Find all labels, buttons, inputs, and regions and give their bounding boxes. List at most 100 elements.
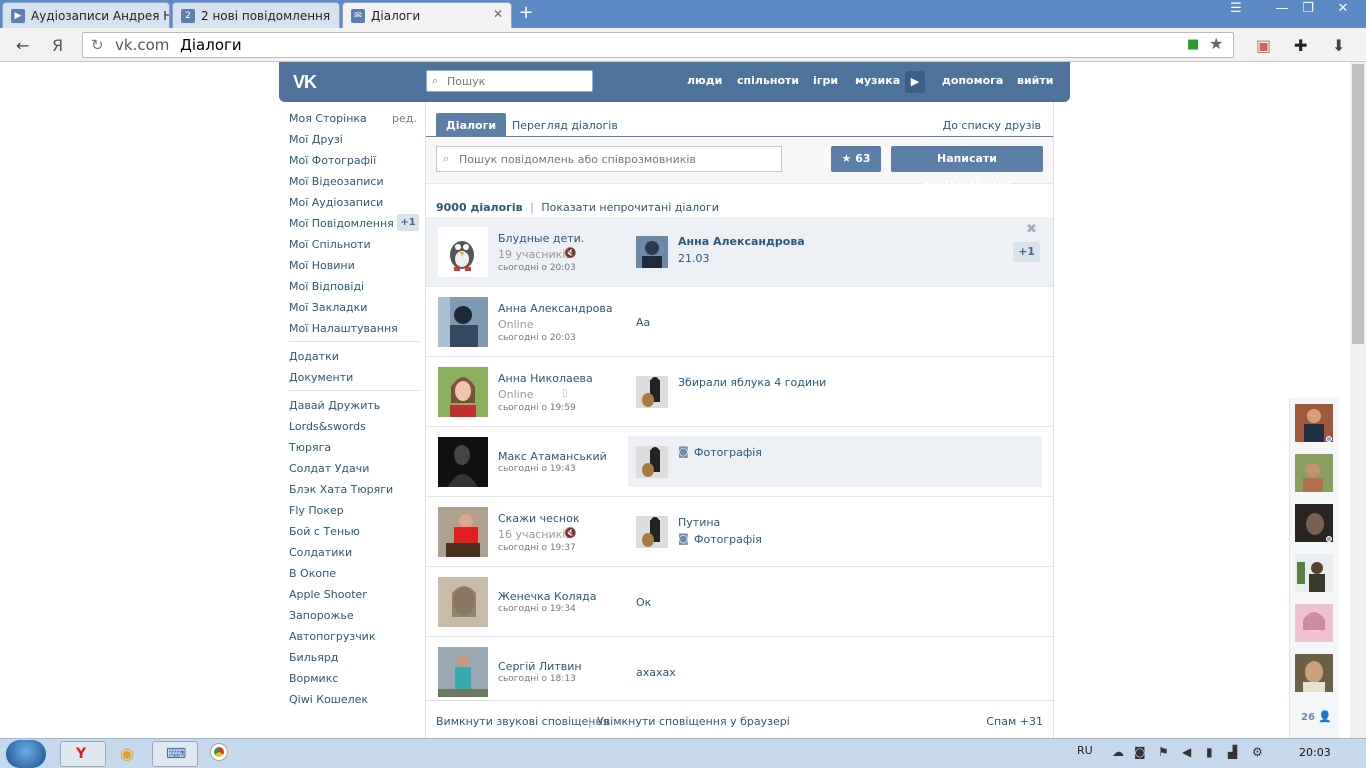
battery-icon[interactable]: ▮ (1206, 745, 1213, 759)
new-tab-button[interactable]: + (516, 4, 536, 22)
tab-view-dialogs[interactable]: Перегляд діалогів (502, 113, 628, 137)
app-item[interactable]: Солдат Удачи (289, 462, 369, 475)
close-tab-icon[interactable]: ✕ (493, 7, 503, 21)
nav-communities[interactable]: спільноти (737, 74, 799, 87)
network-signal-icon[interactable]: ▟ (1228, 745, 1237, 759)
browser-notifications-link[interactable]: Увімкнути сповіщення у браузері (597, 715, 790, 728)
settings-tray-icon[interactable]: ⚙ (1252, 745, 1263, 759)
nav-people[interactable]: люди (687, 74, 722, 87)
app-item[interactable]: Давай Дружить (289, 399, 380, 412)
dialog-name[interactable]: Макс Атаманський (498, 450, 607, 463)
page-scrollbar[interactable] (1350, 62, 1366, 738)
address-bar[interactable]: ↻ vk.com Діалоги ■ ★ (82, 32, 1234, 58)
nav-music[interactable]: музика (855, 74, 900, 87)
app-item[interactable]: Запорожье (289, 609, 354, 622)
menu-my-page[interactable]: Моя Сторінка (289, 112, 367, 125)
reload-icon[interactable]: ↻ (91, 36, 104, 54)
star-bookmark-icon[interactable]: ★ (1209, 34, 1223, 53)
dialog-row[interactable]: Макс Атаманський сьогодні о 19:43 ◙ Фото… (426, 427, 1053, 497)
nav-games[interactable]: ігри (813, 74, 838, 87)
flag-icon[interactable]: ⚑ (1158, 745, 1169, 759)
browser-tab-dialogs[interactable]: ✉ Діалоги ✕ (342, 2, 512, 28)
starred-button[interactable]: ★ 63 (831, 146, 881, 172)
menu-settings[interactable]: Мої Налаштування (289, 322, 398, 335)
spam-link[interactable]: Спам +31 (986, 715, 1043, 728)
menu-messages[interactable]: Мої Повідомлення (289, 217, 394, 230)
browser-tab-audio[interactable]: ▶ Аудіозаписи Андрея Н (2, 2, 170, 28)
friends-list-link[interactable]: До списку друзів (943, 119, 1041, 132)
dialog-row[interactable]: Анна Николаева Online ▯ сьогодні о 19:59… (426, 357, 1053, 427)
scrollbar-thumb[interactable] (1352, 64, 1364, 344)
app-item[interactable]: В Окопе (289, 567, 336, 580)
menu-videos[interactable]: Мої Відеозаписи (289, 175, 384, 188)
vk-logo[interactable]: VK (293, 72, 327, 92)
play-icon[interactable]: ▶ (905, 71, 925, 93)
message-text[interactable]: Фотографія (694, 446, 762, 459)
dialog-row[interactable]: Женечка Коляда сьогодні о 19:34 Ок (426, 567, 1053, 637)
yandex-browser-taskbar-icon[interactable]: Y (60, 741, 106, 767)
friend-avatar[interactable] (1295, 454, 1333, 492)
online-friends-count[interactable]: 26 (1301, 712, 1315, 723)
message-author[interactable]: Анна Александрова (678, 235, 805, 248)
vk-search-input[interactable]: ⌕ Пошук (426, 70, 593, 92)
browser-tab-messages[interactable]: 2 2 нові повідомлення (172, 2, 340, 28)
menu-friends[interactable]: Мої Друзі (289, 133, 343, 146)
close-icon[interactable]: ✖ (1026, 222, 1037, 237)
nav-help[interactable]: допомога (942, 74, 1003, 87)
volume-icon[interactable]: ◀ (1182, 745, 1191, 759)
friend-avatar[interactable] (1295, 604, 1333, 642)
friend-avatar[interactable] (1295, 654, 1333, 692)
minimize-button[interactable]: — (1268, 0, 1296, 20)
friend-avatar[interactable] (1295, 554, 1333, 592)
tab-dialogs[interactable]: Діалоги (436, 113, 507, 137)
dialog-name[interactable]: Анна Александрова (498, 302, 613, 315)
dialog-row[interactable]: Блудные дети. 19 учасників 🔇 сьогодні о … (426, 217, 1053, 287)
app-item[interactable]: Вормикс (289, 672, 338, 685)
show-unread-link[interactable]: Показати непрочитані діалоги (541, 201, 719, 214)
restore-button[interactable]: ❐ (1294, 0, 1322, 20)
message-search-input[interactable]: ⌕ Пошук повідомлень або співрозмовників (436, 146, 782, 172)
dialog-row[interactable]: Сергій Литвин сьогодні о 18:13 ахахах (426, 637, 1053, 700)
menu-photos[interactable]: Мої Фотографії (289, 154, 376, 167)
menu-documents[interactable]: Документи (289, 371, 353, 384)
start-button[interactable] (6, 740, 46, 768)
clock[interactable]: 20:03 (1299, 746, 1331, 759)
yandex-icon[interactable]: Я (52, 36, 63, 55)
write-message-button[interactable]: Написати повідомлення (891, 146, 1043, 191)
app-item[interactable]: Lords&swords (289, 420, 366, 433)
menu-edit-link[interactable]: ред. (392, 112, 417, 125)
menu-replies[interactable]: Мої Відповіді (289, 280, 364, 293)
menu-bookmarks[interactable]: Мої Закладки (289, 301, 367, 314)
menu-apps[interactable]: Додатки (289, 350, 339, 363)
app-item[interactable]: Apple Shooter (289, 588, 367, 601)
menu-news[interactable]: Мої Новини (289, 259, 355, 272)
app-item[interactable]: Бой с Тенью (289, 525, 360, 538)
download-icon[interactable]: ⬇ (1332, 36, 1345, 55)
app-item[interactable]: Тюряга (289, 441, 331, 454)
app-item[interactable]: Автопогрузчик (289, 630, 375, 643)
messages-badge[interactable]: +1 (397, 214, 419, 231)
dialog-name[interactable]: Скажи чеснок (498, 512, 580, 525)
keyboard-taskbar-icon[interactable]: ⌨ (152, 741, 198, 767)
message-attachment[interactable]: Фотографія (694, 533, 762, 546)
dialog-name[interactable]: Блудные дети. (498, 232, 584, 245)
app-item[interactable]: Блэк Хата Тюряги (289, 483, 393, 496)
mute-sounds-link[interactable]: Вимкнути звукові сповіщення (436, 715, 609, 728)
app-item[interactable]: Fly Покер (289, 504, 344, 517)
language-indicator[interactable]: RU (1077, 744, 1093, 757)
menu-audio[interactable]: Мої Аудіозаписи (289, 196, 383, 209)
app-item[interactable]: Солдатики (289, 546, 352, 559)
menu-icon[interactable]: ☰ (1222, 0, 1250, 20)
back-arrow-icon[interactable]: ← (16, 36, 29, 55)
chrome-taskbar-icon[interactable] (198, 741, 244, 767)
dialog-row[interactable]: Анна Александрова Online сьогодні о 20:0… (426, 287, 1053, 357)
puzzle-extension-icon[interactable]: ✚ (1294, 36, 1307, 55)
dialog-row[interactable]: Скажи чеснок 16 учасників 🔇 сьогодні о 1… (426, 497, 1053, 567)
dialog-name[interactable]: Женечка Коляда (498, 590, 597, 603)
aimp-taskbar-icon[interactable]: ◉ (106, 741, 152, 767)
menu-communities[interactable]: Мої Спільноти (289, 238, 371, 251)
app-item[interactable]: Бильярд (289, 651, 338, 664)
dialog-name[interactable]: Сергій Литвин (498, 660, 582, 673)
camera-tray-icon[interactable]: ◙ (1134, 745, 1146, 759)
close-window-button[interactable]: ✕ (1326, 0, 1360, 20)
